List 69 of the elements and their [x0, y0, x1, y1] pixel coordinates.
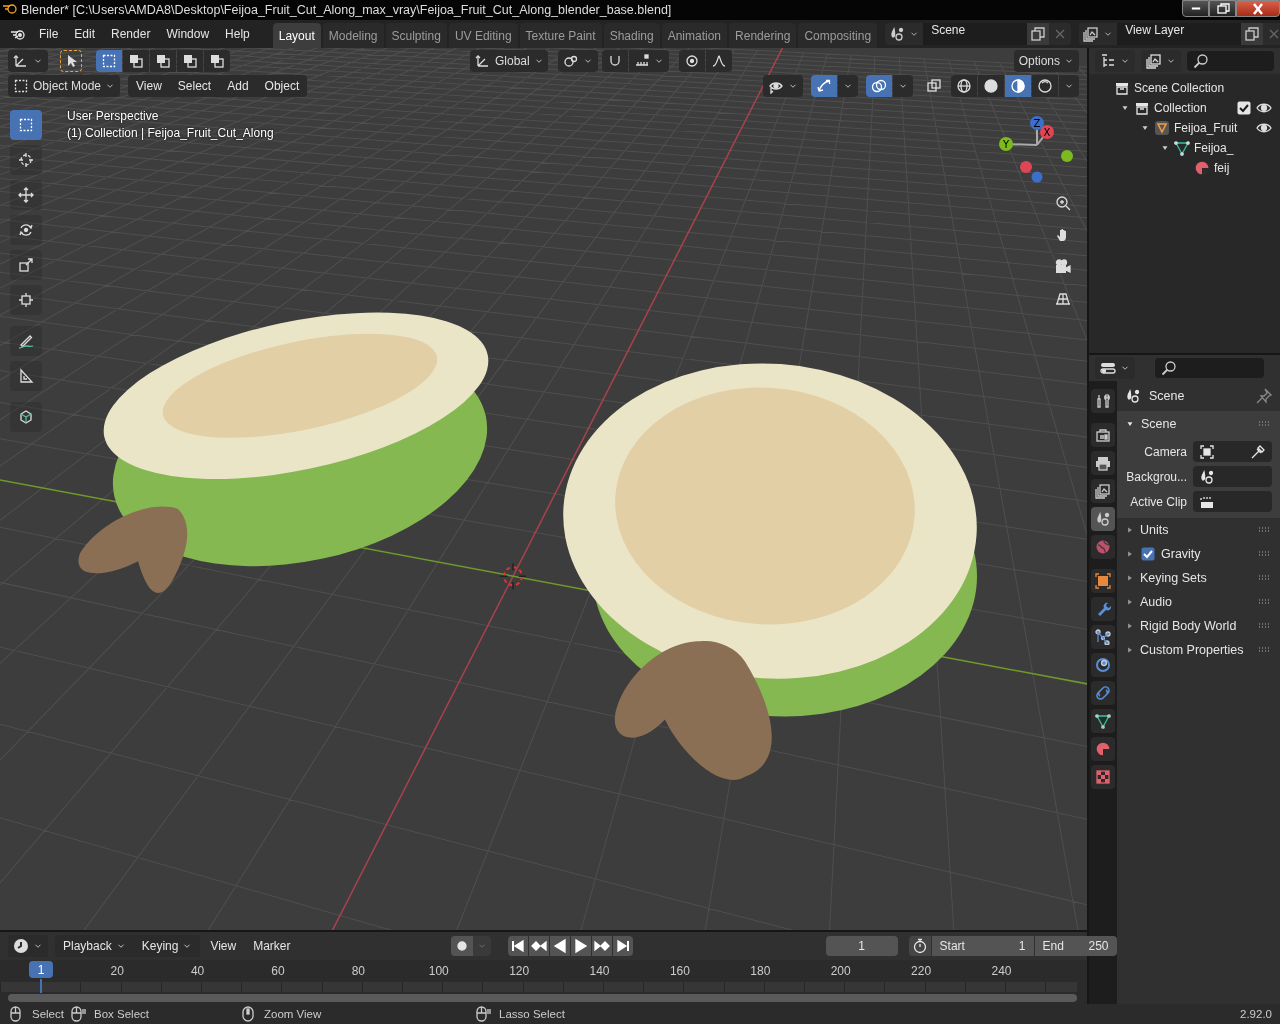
- workspace-tab[interactable]: UV Editing: [448, 23, 518, 48]
- menu-item[interactable]: Add: [219, 74, 257, 97]
- frame-number: 40: [189, 964, 206, 978]
- status-hint: Zoom View: [264, 1008, 322, 1020]
- menu-item[interactable]: Help: [218, 24, 257, 44]
- workspace-tab[interactable]: Rendering: [729, 23, 797, 48]
- panel-header[interactable]: Rigid Body World: [1140, 619, 1251, 633]
- menu-item[interactable]: Render: [104, 24, 158, 44]
- frame-number: 200: [829, 964, 852, 978]
- menu-dropdown[interactable]: Playback: [55, 935, 134, 957]
- frame-number: 180: [749, 964, 772, 978]
- outliner-item[interactable]: feij: [1214, 161, 1272, 175]
- frame-number: 160: [668, 964, 691, 978]
- panel-header[interactable]: Custom Properties: [1140, 643, 1251, 657]
- version-label: 2.92.0: [1240, 1008, 1272, 1020]
- frame-number: 60: [270, 964, 286, 978]
- outliner-item[interactable]: Scene Collection: [1134, 81, 1272, 95]
- outliner-item[interactable]: Collection: [1154, 101, 1232, 115]
- current-frame-field[interactable]: 1: [825, 936, 898, 956]
- field-label: Backgrou...: [1125, 469, 1187, 484]
- orientation-dropdown[interactable]: Global: [470, 49, 548, 72]
- end-label: End: [1042, 939, 1064, 953]
- navigation-gizmo[interactable]: Z X Y: [990, 108, 1080, 188]
- scene-name-field[interactable]: Scene: [923, 23, 1028, 45]
- field-label: Camera: [1143, 444, 1187, 459]
- frame-number: 120: [508, 964, 531, 978]
- frame-number: 140: [588, 964, 611, 978]
- menu-item[interactable]: View: [203, 936, 244, 956]
- viewport-info-text: User Perspective: [67, 109, 160, 123]
- field-label: Active Clip: [1129, 494, 1187, 509]
- workspace-tab[interactable]: Layout: [272, 23, 321, 48]
- mode-dropdown[interactable]: Object Mode: [8, 74, 121, 97]
- workspace-tab[interactable]: Compositing: [798, 23, 878, 48]
- panel-header[interactable]: Audio: [1140, 595, 1251, 609]
- start-frame-field[interactable]: 1: [1018, 939, 1026, 953]
- panel-header[interactable]: Gravity: [1161, 547, 1251, 561]
- viewport-info-text: (1) Collection | Feijoa_Fruit_Cut_Along: [67, 126, 274, 140]
- menu-item[interactable]: File: [32, 24, 66, 44]
- frame-number: 220: [910, 964, 933, 978]
- view-layer-name-field[interactable]: View Layer: [1117, 23, 1242, 45]
- menu-item[interactable]: Edit: [67, 24, 103, 44]
- options-dropdown[interactable]: Options: [1013, 49, 1079, 72]
- panel-header[interactable]: Units: [1140, 523, 1251, 537]
- frame-number: 100: [427, 964, 450, 978]
- context-label: Scene: [1149, 389, 1186, 403]
- menu-dropdown[interactable]: Keying: [133, 935, 201, 957]
- menu-item[interactable]: View: [128, 74, 170, 97]
- workspace-tab[interactable]: Modeling: [322, 23, 384, 48]
- frame-number: 80: [350, 964, 367, 978]
- menu-item[interactable]: Window: [159, 24, 217, 44]
- status-hint: Lasso Select: [499, 1008, 565, 1020]
- workspace-tab[interactable]: Animation: [661, 23, 728, 48]
- frame-number: 20: [109, 964, 125, 978]
- menu-item[interactable]: Select: [169, 74, 220, 97]
- menu-item[interactable]: Object: [256, 74, 308, 97]
- window-title: Blender* [C:\Users\AMDA8\Desktop\Feijoa_Fruit_Cut_Along_max_vray\Feijoa_Fruit_Cut_Along_blender_base.blend]: [21, 2, 673, 17]
- outliner-item[interactable]: Feijoa_Fruit: [1174, 121, 1252, 135]
- playhead-frame[interactable]: 1: [29, 961, 53, 978]
- outliner-item[interactable]: Feijoa_: [1194, 141, 1272, 155]
- panel-header[interactable]: Keying Sets: [1140, 571, 1251, 585]
- status-hint: Box Select: [94, 1008, 149, 1020]
- end-frame-field[interactable]: 250: [1088, 939, 1109, 953]
- frame-number: 240: [990, 964, 1013, 978]
- start-label: Start: [939, 939, 965, 953]
- status-hint: Select: [32, 1008, 64, 1020]
- workspace-tab[interactable]: Sculpting: [385, 23, 447, 48]
- workspace-tab[interactable]: Texture Paint: [519, 23, 602, 48]
- menu-item[interactable]: Marker: [246, 936, 298, 956]
- workspace-tab[interactable]: Shading: [603, 23, 660, 48]
